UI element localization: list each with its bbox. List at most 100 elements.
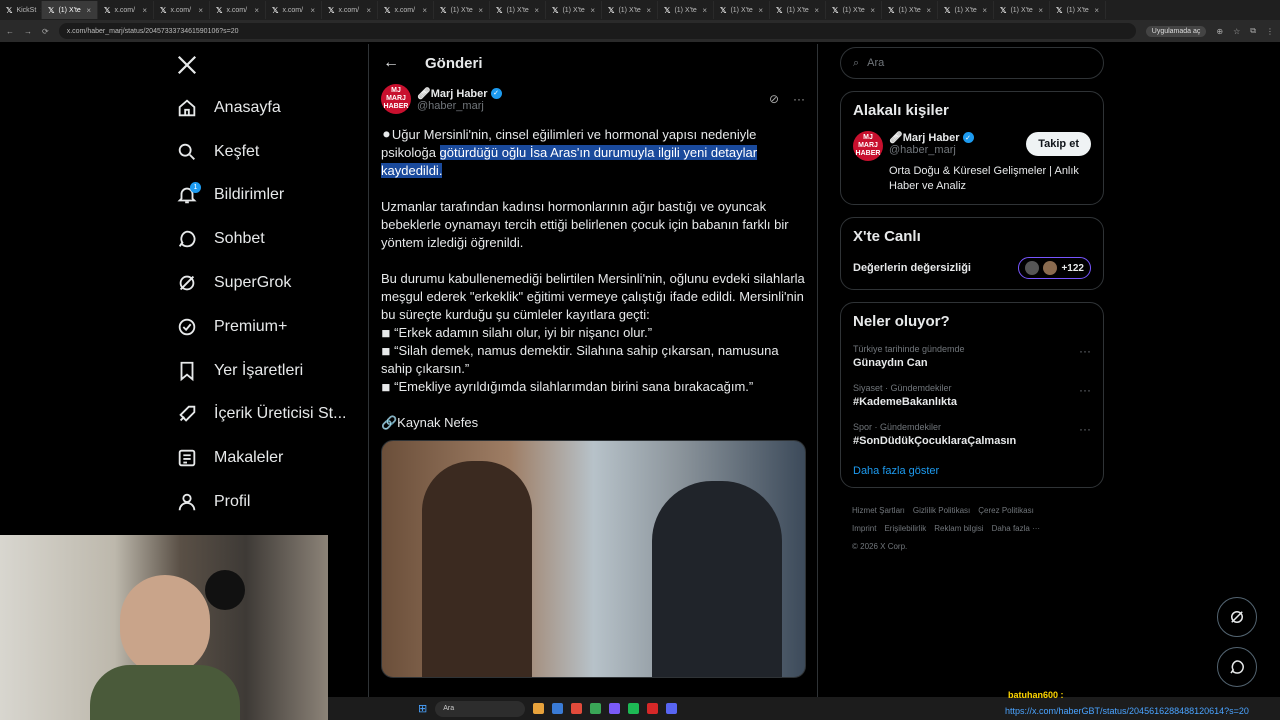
browser-tab[interactable]: 𝕏 (1) X'te × — [882, 1, 938, 19]
close-tab-icon[interactable]: × — [366, 6, 371, 15]
sidebar-item-bell[interactable]: 1 Bildirimler — [168, 174, 358, 218]
footer-link[interactable]: Gizlilik Politikası — [913, 506, 970, 515]
browser-tab[interactable]: 𝕏 (1) X'te × — [546, 1, 602, 19]
grok-fab[interactable] — [1217, 597, 1257, 637]
browser-tab[interactable]: 𝕏 (1) X'te × — [826, 1, 882, 19]
browser-tab[interactable]: 𝕏x.com/ × — [322, 1, 378, 19]
sidebar-item-rocket[interactable]: İçerik Üreticisi St... — [168, 393, 358, 437]
app-icon[interactable] — [647, 703, 659, 714]
close-tab-icon[interactable]: × — [198, 6, 203, 15]
chat-link[interactable]: https://x.com/haberGBT/status/2045616288… — [1005, 706, 1249, 716]
sidebar-item-premium[interactable]: Premium+ — [168, 305, 358, 349]
browser-tab[interactable]: 𝕏 (1) X'te × — [658, 1, 714, 19]
browser-tab[interactable]: 𝕏 (1) X'te × — [770, 1, 826, 19]
close-tab-icon[interactable]: × — [590, 6, 595, 15]
browser-tab[interactable]: 𝕏x.com/ × — [266, 1, 322, 19]
related-avatar[interactable]: MJ MARJ HABER — [853, 131, 883, 161]
footer-link[interactable]: Hizmet Şartları — [852, 506, 905, 515]
browser-tab[interactable]: 𝕏 (1) X'te × — [434, 1, 490, 19]
close-tab-icon[interactable]: × — [86, 6, 91, 15]
zoom-icon[interactable]: ⊕ — [1216, 27, 1223, 36]
footer-link[interactable]: Imprint — [852, 524, 876, 533]
search-input[interactable]: ⌕ Ara — [840, 47, 1104, 79]
close-tab-icon[interactable]: × — [254, 6, 259, 15]
close-tab-icon[interactable]: × — [926, 6, 931, 15]
close-tab-icon[interactable]: × — [478, 6, 483, 15]
menu-icon[interactable]: ⋮ — [1266, 27, 1274, 36]
post-image[interactable] — [381, 440, 806, 678]
chrome-icon[interactable] — [571, 703, 583, 714]
spotify-icon[interactable] — [628, 703, 640, 714]
app-icon[interactable] — [552, 703, 564, 714]
browser-tab[interactable]: 𝕏x.com/ × — [98, 1, 154, 19]
browser-tab[interactable]: 𝕏 (1) X'te × — [1050, 1, 1106, 19]
discord-icon[interactable] — [666, 703, 678, 714]
star-icon[interactable]: ☆ — [1233, 27, 1240, 36]
browser-tab[interactable]: 𝕏 (1) X'te × — [490, 1, 546, 19]
browser-tab[interactable]: 𝕏 (1) X'te × — [994, 1, 1050, 19]
grok-icon[interactable]: ⊘ — [769, 92, 779, 106]
close-tab-icon[interactable]: × — [310, 6, 315, 15]
open-in-app-button[interactable]: Uygulamada aç — [1145, 25, 1207, 37]
sidebar-item-article[interactable]: Makaleler — [168, 436, 358, 480]
app-icon[interactable] — [533, 703, 545, 714]
more-icon[interactable]: ··· — [1079, 383, 1091, 408]
related-handle[interactable]: @haber_marj — [889, 144, 974, 156]
sidebar-item-bookmark[interactable]: Yer İşaretleri — [168, 349, 358, 393]
reload-icon[interactable]: ⟳ — [42, 27, 49, 36]
browser-tab[interactable]: 𝕏 (1) X'te × — [714, 1, 770, 19]
browser-tab[interactable]: 𝕏x.com/ × — [210, 1, 266, 19]
close-tab-icon[interactable]: × — [142, 6, 147, 15]
more-icon[interactable]: ··· — [1079, 422, 1091, 447]
close-tab-icon[interactable]: × — [870, 6, 875, 15]
trend-item[interactable]: Türkiye tarihinde gündemde Günaydın Can ··… — [853, 344, 1091, 369]
trend-item[interactable]: Spor · Gündemdekiler #SonDüdükÇocuklaraÇa… — [853, 422, 1091, 447]
live-listeners[interactable]: +122 — [1018, 257, 1091, 279]
footer-link[interactable]: Daha fazla ··· — [992, 524, 1040, 533]
extensions-icon[interactable]: ⧉ — [1250, 26, 1256, 36]
close-tab-icon[interactable]: × — [1038, 6, 1043, 15]
footer-link[interactable]: Reklam bilgisi — [934, 524, 983, 533]
browser-tab[interactable]: 𝕏x.com/ × — [154, 1, 210, 19]
trend-item[interactable]: Siyaset · Gündemdekiler #KademeBakanlıkta… — [853, 383, 1091, 408]
close-tab-icon[interactable]: × — [982, 6, 987, 15]
sidebar-item-chat[interactable]: Sohbet — [168, 217, 358, 261]
source-link[interactable]: 🔗Kaynak Nefes — [381, 414, 805, 432]
live-topic[interactable]: Değerlerin değersizliği — [853, 262, 971, 274]
sidebar-item-profile[interactable]: Profil — [168, 480, 358, 524]
close-tab-icon[interactable]: × — [702, 6, 707, 15]
close-tab-icon[interactable]: × — [1094, 6, 1099, 15]
close-tab-icon[interactable]: × — [422, 6, 427, 15]
browser-tab[interactable]: 𝕏 (1) X'te × — [938, 1, 994, 19]
related-name[interactable]: 🩹Marj Haber ✓ — [889, 131, 974, 144]
browser-tab[interactable]: 𝕏x.com/ × — [378, 1, 434, 19]
browser-tab[interactable]: 𝕏 (1) X'te × — [602, 1, 658, 19]
follow-button[interactable]: Takip et — [1026, 131, 1091, 156]
sidebar-item-grok[interactable]: SuperGrok — [168, 261, 358, 305]
forward-icon[interactable]: → — [24, 27, 32, 36]
browser-tab[interactable]: 𝕏KickSt× — [0, 1, 42, 19]
show-more-link[interactable]: Daha fazla göster — [853, 465, 1091, 477]
close-tab-icon[interactable]: × — [758, 6, 763, 15]
back-arrow-icon[interactable]: ← — [383, 54, 399, 72]
footer-link[interactable]: Erişilebilirlik — [884, 524, 926, 533]
close-tab-icon[interactable]: × — [646, 6, 651, 15]
author-handle[interactable]: @haber_marj — [417, 100, 502, 112]
sidebar-item-home[interactable]: Anasayfa — [168, 86, 358, 130]
close-tab-icon[interactable]: × — [534, 6, 539, 15]
windows-start-icon[interactable]: ⊞ — [418, 702, 427, 715]
more-icon[interactable]: ··· — [1079, 344, 1091, 369]
footer-link[interactable]: Çerez Politikası — [978, 506, 1034, 515]
browser-tab[interactable]: 𝕏 (1) X'te × — [42, 1, 98, 19]
app-icon[interactable] — [609, 703, 621, 714]
more-icon[interactable]: ··· — [793, 92, 805, 106]
taskbar-search[interactable]: Ara — [435, 700, 526, 717]
messages-fab[interactable] — [1217, 647, 1257, 687]
app-icon[interactable] — [590, 703, 602, 714]
close-tab-icon[interactable]: × — [814, 6, 819, 15]
url-input[interactable]: x.com/haber_marj/status/2045733373461590… — [58, 23, 1136, 39]
sidebar-item-search[interactable]: Keşfet — [168, 130, 358, 174]
back-icon[interactable]: ← — [6, 27, 14, 36]
x-logo[interactable] — [168, 44, 358, 86]
avatar[interactable]: MJ MARJ HABER — [381, 84, 411, 114]
